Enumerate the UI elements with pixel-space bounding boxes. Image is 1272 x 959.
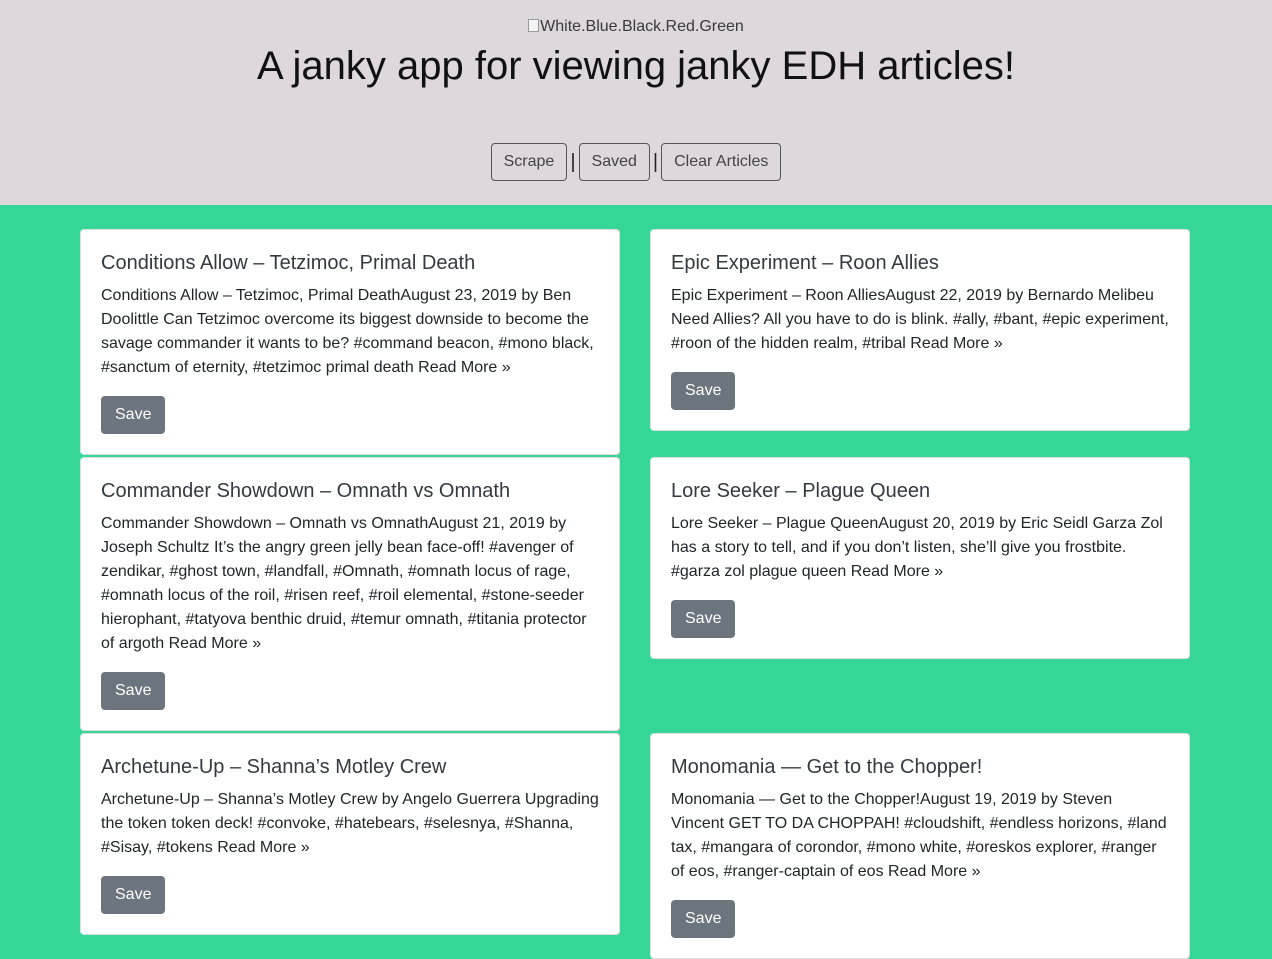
article-card: Archetune-Up – Shanna’s Motley Crew Arch… xyxy=(80,733,620,935)
article-title: Commander Showdown – Omnath vs Omnath xyxy=(101,480,511,502)
article-summary: Epic Experiment – Roon AlliesAugust 22, … xyxy=(671,287,1169,352)
save-button[interactable]: Save xyxy=(671,372,736,410)
page-header: White.Blue.Black.Red.Green A janky app f… xyxy=(0,0,1272,205)
scrape-button[interactable]: Scrape xyxy=(490,143,568,181)
logo-alt-text: White.Blue.Black.Red.Green xyxy=(540,18,744,35)
save-button[interactable]: Save xyxy=(101,672,166,710)
article-title: Lore Seeker – Plague Queen xyxy=(671,480,931,502)
article-title: Conditions Allow – Tetzimoc, Primal Deat… xyxy=(101,252,476,274)
save-button[interactable]: Save xyxy=(671,900,736,938)
article-card: Epic Experiment – Roon Allies Epic Exper… xyxy=(650,229,1190,431)
save-button[interactable]: Save xyxy=(671,600,736,638)
nav-separator: | xyxy=(652,151,659,173)
article-title: Monomania — Get to the Chopper! xyxy=(671,756,983,778)
clear-articles-button[interactable]: Clear Articles xyxy=(661,143,782,181)
broken-image-icon xyxy=(528,19,540,32)
article-summary: Commander Showdown – Omnath vs OmnathAug… xyxy=(101,515,587,652)
save-button[interactable]: Save xyxy=(101,396,166,434)
article-summary: Lore Seeker – Plague QueenAugust 20, 201… xyxy=(671,515,1163,580)
article-summary: Conditions Allow – Tetzimoc, Primal Deat… xyxy=(101,287,594,376)
article-summary: Monomania — Get to the Chopper!August 19… xyxy=(671,791,1167,880)
logo-image: White.Blue.Black.Red.Green xyxy=(0,16,1272,38)
article-card: Conditions Allow – Tetzimoc, Primal Deat… xyxy=(80,229,620,455)
article-summary: Archetune-Up – Shanna’s Motley Crew by A… xyxy=(101,791,599,856)
article-card: Lore Seeker – Plague Queen Lore Seeker –… xyxy=(650,457,1190,659)
article-title: Archetune-Up – Shanna’s Motley Crew xyxy=(101,756,447,778)
article-title: Epic Experiment – Roon Allies xyxy=(671,252,939,274)
save-button[interactable]: Save xyxy=(101,876,166,914)
article-card: Monomania — Get to the Chopper! Monomani… xyxy=(650,733,1190,959)
header-nav: Scrape | Saved | Clear Articles xyxy=(0,143,1272,181)
saved-button[interactable]: Saved xyxy=(578,143,650,181)
page-title: A janky app for viewing janky EDH articl… xyxy=(256,44,1016,88)
nav-separator: | xyxy=(570,151,576,173)
article-card: Commander Showdown – Omnath vs Omnath Co… xyxy=(80,457,620,731)
